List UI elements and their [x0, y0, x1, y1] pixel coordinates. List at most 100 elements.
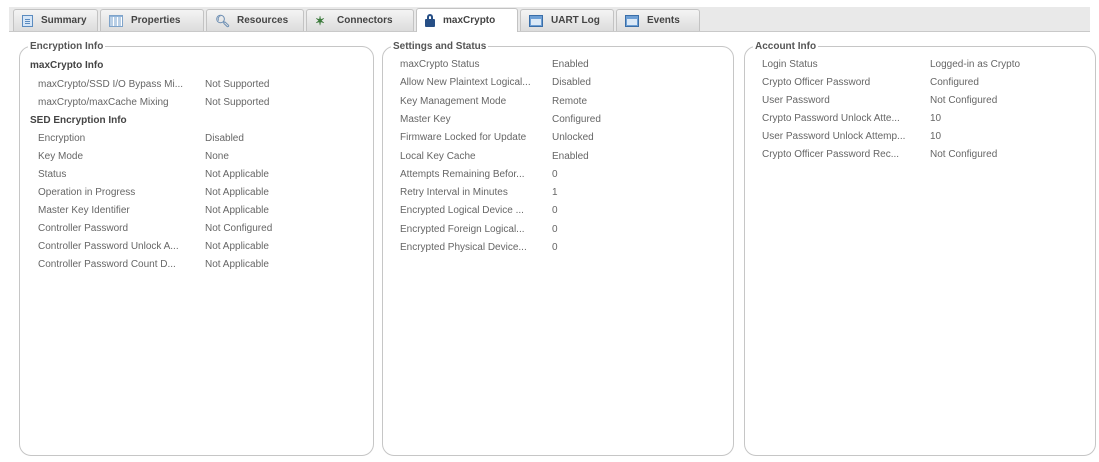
property-row: Controller Password Count D... Not Applic… — [38, 258, 358, 272]
property-label: Key Mode — [38, 151, 84, 162]
property-label: Encryption — [38, 133, 86, 144]
property-value: Disabled — [552, 77, 591, 89]
encryption-info-title: Encryption Info — [28, 41, 106, 52]
property-label: Allow New Plaintext Logical... — [400, 77, 531, 89]
property-row: User Password Not Configured — [762, 94, 1082, 108]
property-value: Not Applicable — [205, 205, 269, 216]
property-value: Not Configured — [930, 95, 998, 106]
property-value: Configured — [552, 113, 601, 125]
property-value: Not Configured — [930, 149, 998, 160]
account-info-title: Account Info — [753, 41, 819, 52]
magnifier-icon: 🔍︎ — [215, 13, 231, 28]
property-value: Not Applicable — [205, 187, 269, 198]
property-value: 0 — [552, 205, 558, 217]
property-label: Controller Password Unlock A... — [38, 241, 179, 252]
property-row: Firmware Locked for Update Unlocked — [400, 131, 720, 145]
tab-resources[interactable]: 🔍︎ Resources — [206, 9, 304, 31]
property-label: Controller Password Count D... — [38, 259, 176, 270]
property-value: Enabled — [552, 59, 589, 70]
property-label: User Password — [762, 95, 830, 106]
connector-icon: ✶ — [315, 13, 326, 28]
property-value: Not Configured — [205, 223, 273, 234]
tab-bar: Summary Properties 🔍︎ Resources ✶ Connec… — [9, 7, 1090, 32]
tab-connectors-label: Connectors — [337, 15, 393, 26]
property-value: 0 — [552, 223, 558, 235]
encryption-info-panel: Encryption Info maxCrypto Info maxCrypto… — [19, 41, 374, 456]
property-value: Configured — [930, 77, 979, 88]
lock-icon — [425, 14, 435, 27]
property-label: Crypto Officer Password — [762, 77, 871, 88]
property-label: maxCrypto/maxCache Mixing — [38, 97, 169, 108]
property-label: Encrypted Physical Device... — [400, 242, 527, 253]
tab-resources-label: Resources — [237, 15, 289, 26]
properties-grid-icon — [109, 14, 123, 27]
sed-encryption-info-header: SED Encryption Info — [30, 115, 127, 126]
tab-uart-log[interactable]: UART Log — [520, 9, 614, 31]
property-label: Local Key Cache — [400, 150, 476, 162]
settings-status-panel: Settings and Status maxCrypto Status Enab… — [382, 41, 734, 456]
property-value: Unlocked — [552, 132, 594, 144]
property-label: Retry Interval in Minutes — [400, 187, 508, 199]
property-row: Crypto Password Unlock Atte... 10 — [762, 112, 1082, 126]
settings-status-title: Settings and Status — [391, 41, 489, 52]
property-label: Crypto Password Unlock Atte... — [762, 113, 900, 124]
tab-events-label: Events — [647, 15, 680, 26]
property-label: Login Status — [762, 59, 818, 70]
property-value: Not Applicable — [205, 169, 269, 180]
tab-events[interactable]: Events — [616, 9, 700, 31]
property-label: Attempts Remaining Befor... — [400, 168, 525, 180]
property-row: Encrypted Physical Device... 0 — [400, 241, 720, 255]
property-value: Logged-in as Crypto — [930, 59, 1021, 70]
tab-properties-label: Properties — [131, 15, 181, 26]
property-row: Key Management Mode Remote — [400, 95, 720, 109]
property-row: maxCrypto/maxCache Mixing Not Supported — [38, 96, 358, 110]
property-row: Status Not Applicable — [38, 168, 358, 182]
property-row: Login Status Logged-in as Crypto — [762, 58, 1082, 72]
property-value: Not Supported — [205, 97, 270, 108]
property-label: Encrypted Foreign Logical... — [400, 223, 525, 235]
property-value: Remote — [552, 95, 588, 107]
property-row: Master Key Identifier Not Applicable — [38, 204, 358, 218]
property-row: Controller Password Not Configured — [38, 222, 358, 236]
property-row: Attempts Remaining Befor... 0 — [400, 168, 720, 182]
property-value: 0 — [552, 242, 558, 253]
property-label: Firmware Locked for Update — [400, 132, 527, 144]
tab-connectors[interactable]: ✶ Connectors — [306, 9, 414, 31]
tab-summary[interactable]: Summary — [13, 9, 98, 31]
property-row: Master Key Configured — [400, 113, 720, 127]
property-value: Not Supported — [205, 79, 270, 90]
tab-maxcrypto[interactable]: maxCrypto — [416, 8, 518, 32]
tab-uart-log-label: UART Log — [551, 15, 600, 26]
property-row: Key Mode None — [38, 150, 358, 164]
property-value: Disabled — [205, 133, 244, 144]
property-label: User Password Unlock Attemp... — [762, 131, 906, 142]
property-value: Enabled — [552, 150, 589, 162]
property-label: Crypto Officer Password Rec... — [762, 149, 900, 160]
property-label: Status — [38, 169, 67, 180]
property-value: 10 — [930, 113, 942, 124]
property-value: 10 — [930, 131, 942, 142]
tab-properties[interactable]: Properties — [100, 9, 204, 31]
property-value: None — [205, 151, 229, 162]
property-row: Operation in Progress Not Applicable — [38, 186, 358, 200]
tab-maxcrypto-label: maxCrypto — [443, 15, 496, 26]
property-label: Key Management Mode — [400, 95, 507, 107]
property-label: Operation in Progress — [38, 187, 136, 198]
property-row: maxCrypto/SSD I/O Bypass Mi... Not Suppor… — [38, 78, 358, 92]
property-value: Not Applicable — [205, 259, 269, 270]
property-label: Encrypted Logical Device ... — [400, 205, 524, 217]
property-row: Encrypted Logical Device ... 0 — [400, 204, 720, 218]
property-value: 1 — [552, 187, 558, 199]
property-row: Crypto Officer Password Configured — [762, 76, 1082, 90]
property-row: User Password Unlock Attemp... 10 — [762, 130, 1082, 144]
window-icon — [529, 14, 543, 27]
property-row: Local Key Cache Enabled — [400, 150, 720, 164]
property-row: Encrypted Foreign Logical... 0 — [400, 223, 720, 237]
property-label: maxCrypto Status — [400, 59, 480, 70]
property-row: Controller Password Unlock A... Not Appli… — [38, 240, 358, 254]
property-value: 0 — [552, 168, 558, 180]
account-info-panel: Account Info Login Status Logged-in as Cr… — [744, 41, 1096, 456]
property-label: Controller Password — [38, 223, 129, 234]
summary-doc-icon — [22, 14, 33, 27]
property-row: Allow New Plaintext Logical... Disabled — [400, 76, 720, 90]
